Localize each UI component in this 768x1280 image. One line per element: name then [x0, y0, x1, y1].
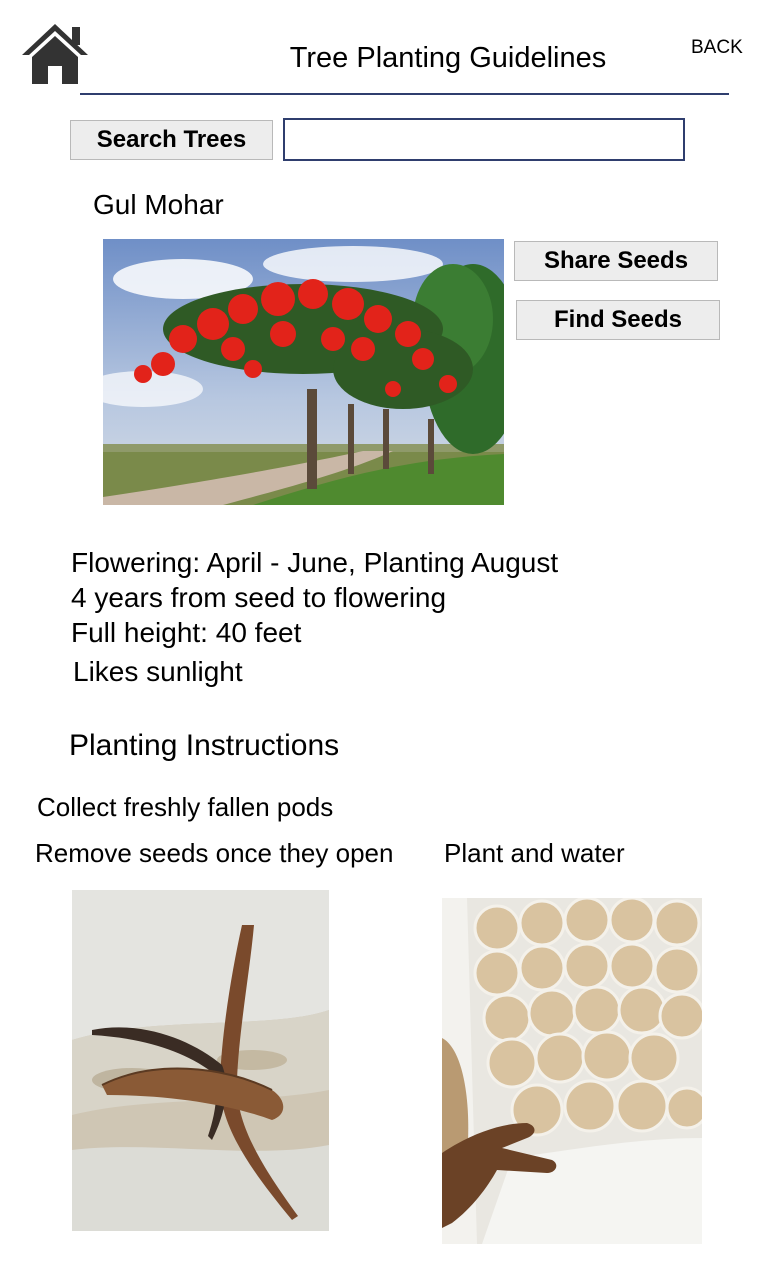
step-collect-pods: Collect freshly fallen pods — [37, 792, 334, 822]
tree-name: Gul Mohar — [93, 189, 224, 220]
flowering-tree-photo — [103, 239, 504, 505]
step-plant-water: Plant and water — [444, 838, 625, 868]
seed-to-flower-info: 4 years from seed to flowering — [71, 582, 447, 613]
instructions-heading: Planting Instructions — [69, 729, 340, 762]
page-title: Tree Planting Guidelines — [289, 42, 607, 74]
height-info: Full height: 40 feet — [71, 617, 302, 648]
search-input[interactable] — [283, 118, 685, 161]
share-seeds-button[interactable]: Share Seeds — [514, 241, 718, 281]
back-button[interactable]: BACK — [691, 37, 743, 59]
seed-pods-photo — [72, 890, 329, 1231]
title-divider — [80, 93, 729, 95]
find-seeds-button[interactable]: Find Seeds — [516, 300, 720, 340]
sunlight-info: Likes sunlight — [73, 656, 243, 687]
search-trees-button[interactable]: Search Trees — [70, 120, 273, 160]
flowering-info: Flowering: April - June, Planting August — [71, 547, 559, 578]
planted-seed-bags-photo — [442, 898, 702, 1244]
home-icon[interactable] — [20, 22, 90, 86]
step-remove-seeds: Remove seeds once they open — [35, 838, 394, 868]
